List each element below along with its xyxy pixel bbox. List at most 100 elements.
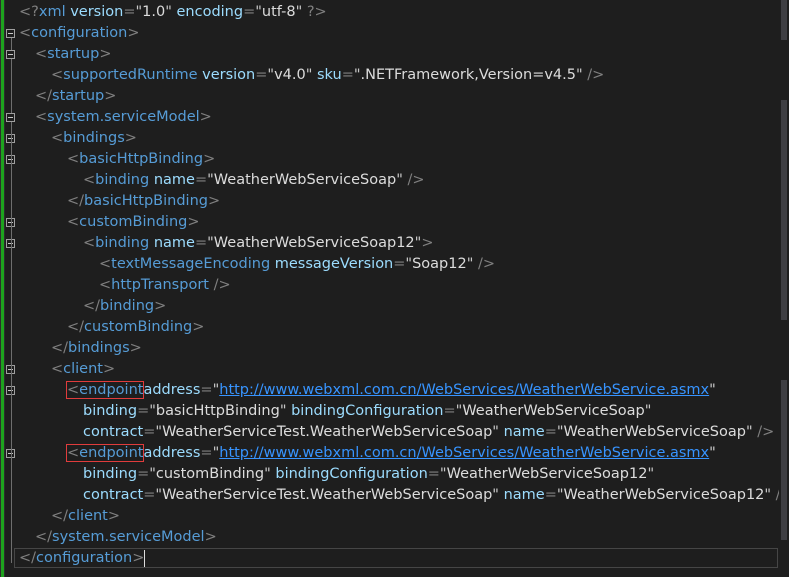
code-editor[interactable]: <?xml version="1.0" encoding="utf-8" ?> <… [0, 0, 789, 577]
outline-connector [11, 248, 12, 311]
code-token: < [51, 361, 64, 377]
code-token: basicHttpBinding [79, 151, 204, 167]
code-token: = [143, 487, 156, 503]
code-token: = [194, 172, 208, 188]
code-token: WeatherWebServiceSoap [462, 403, 645, 419]
code-line[interactable]: </startup> [35, 86, 116, 107]
code-line[interactable]: contract="WeatherServiceTest.WeatherWebS… [83, 422, 774, 443]
code-token: </ [35, 88, 53, 104]
code-token: " [264, 466, 271, 482]
code-line[interactable]: </binding> [83, 296, 166, 317]
code-token: startup [52, 88, 105, 104]
code-token: < [67, 214, 80, 230]
code-token: binding [83, 466, 138, 482]
url-link[interactable]: http://www.webxml.com.cn/WebServices/Wea… [219, 445, 709, 461]
code-line[interactable]: <textMessageEncoding messageVersion="Soa… [99, 254, 495, 275]
code-line[interactable]: <endpointaddress= "http://www.webxml.com.… [65, 380, 716, 401]
outline-connector [11, 164, 12, 206]
code-token: bindings [63, 130, 125, 146]
url-link[interactable]: http://www.webxml.com.cn/WebServices/Wea… [219, 382, 709, 398]
code-line[interactable]: <basicHttpBinding> [67, 149, 215, 170]
code-line[interactable]: <?xml version="1.0" encoding="utf-8" ?> [19, 2, 327, 23]
vertical-scrollbar[interactable] [779, 0, 789, 577]
code-token: /> [582, 67, 605, 83]
code-line[interactable]: <system.serviceModel> [35, 107, 212, 128]
code-token: contract [83, 487, 144, 503]
code-token: version [197, 67, 256, 83]
code-token: address [143, 382, 201, 398]
code-token: httpTransport [111, 277, 209, 293]
saved-change-marker [1, 0, 4, 577]
outline-connector [11, 59, 12, 101]
code-line[interactable]: </bindings> [51, 338, 142, 359]
code-line[interactable]: </customBinding> [67, 317, 204, 338]
code-token: WeatherWebServiceSoap12 [563, 487, 765, 503]
code-line[interactable]: <httpTransport /> [99, 275, 231, 296]
code-token: < [67, 445, 80, 461]
code-token: /> [752, 424, 775, 440]
code-token: name [498, 424, 545, 440]
code-token: contract [83, 424, 144, 440]
code-token: system.serviceModel [47, 109, 200, 125]
code-line[interactable]: binding="basicHttpBinding" bindingConfig… [83, 401, 651, 422]
code-token: /> [473, 256, 496, 272]
code-token: " [492, 487, 499, 503]
code-line[interactable]: <binding name="WeatherWebServiceSoap12"> [83, 233, 433, 254]
code-token: " [709, 382, 716, 398]
collapse-toggle-icon[interactable] [6, 113, 15, 122]
code-token: = [393, 256, 406, 272]
current-line-highlight [14, 548, 778, 568]
code-line[interactable]: </basicHttpBinding> [67, 191, 220, 212]
code-token: > [104, 88, 117, 104]
code-token: customBinding [79, 214, 188, 230]
code-token: > [99, 46, 112, 62]
code-token: /> [208, 277, 231, 293]
code-token: " [255, 4, 262, 20]
code-line[interactable]: <bindings> [51, 128, 137, 149]
code-token: " [644, 403, 652, 419]
code-token: > [154, 298, 167, 314]
code-token: " [745, 424, 753, 440]
collapse-toggle-icon[interactable] [6, 29, 15, 38]
code-token: system.serviceModel [52, 529, 205, 545]
code-token: Soap12 [412, 256, 467, 272]
code-line[interactable]: <endpointaddress= "http://www.webxml.com.… [65, 443, 716, 464]
code-token: = [200, 445, 213, 461]
code-token: > [187, 214, 200, 230]
code-token: WeatherWebServiceSoap12 [446, 466, 648, 482]
code-line[interactable]: </client> [51, 506, 120, 527]
code-line[interactable]: <customBinding> [67, 212, 200, 233]
code-line[interactable]: <supportedRuntime version="v4.0" sku=".N… [51, 65, 604, 86]
code-token: = [137, 466, 150, 482]
code-token: = [544, 487, 557, 503]
collapse-toggle-icon[interactable] [6, 50, 15, 59]
code-token: configuration [31, 25, 128, 41]
code-token: " [439, 466, 447, 482]
code-token: = [443, 403, 456, 419]
code-token: basicHttpBinding [84, 193, 208, 209]
code-token: address [143, 445, 201, 461]
code-token: </ [67, 193, 85, 209]
outline-connector [11, 458, 12, 500]
code-line[interactable]: <configuration> [19, 23, 140, 44]
code-token: > [192, 319, 205, 335]
code-token: </ [83, 298, 101, 314]
code-line[interactable]: <client> [51, 359, 115, 380]
code-token: bindings [68, 340, 130, 356]
highlight-box: <endpoint [65, 381, 145, 399]
code-token: client [63, 361, 103, 377]
code-token: bindingConfiguration [286, 403, 444, 419]
code-token: </ [51, 508, 69, 524]
code-token: utf-8 [261, 4, 296, 20]
code-token: > [204, 529, 217, 545]
code-token: < [67, 151, 80, 167]
code-line[interactable]: <startup> [35, 44, 111, 65]
code-line[interactable]: contract="WeatherServiceTest.WeatherWebS… [83, 485, 781, 506]
code-token: " [492, 424, 499, 440]
code-token: < [51, 67, 64, 83]
code-line[interactable]: <binding name="WeatherWebServiceSoap" /> [83, 170, 425, 191]
code-token: " [576, 67, 583, 83]
code-line[interactable]: </system.serviceModel> [35, 527, 217, 548]
code-line[interactable]: binding="customBinding" bindingConfigura… [83, 464, 654, 485]
code-token: version [65, 4, 124, 20]
